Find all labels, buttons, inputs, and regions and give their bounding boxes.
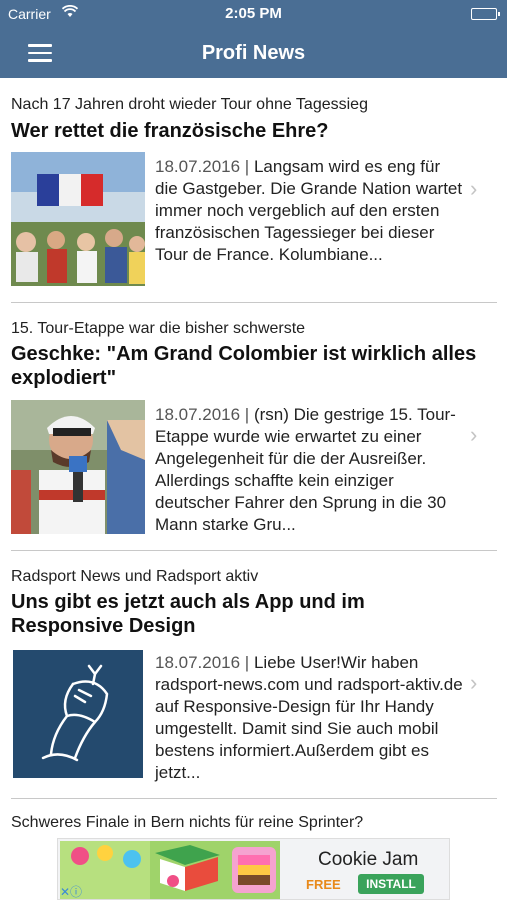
article-thumbnail[interactable]: [11, 400, 145, 534]
article-teaser-text: (rsn) Die gestrige 15. Tour-Etappe wurde…: [155, 405, 456, 534]
article-kicker: 15. Tour-Etappe war die bisher schwerste: [11, 320, 306, 337]
navigation-bar: Profi News: [0, 28, 507, 78]
chevron-right-icon[interactable]: ›: [470, 670, 477, 696]
news-feed[interactable]: Nach 17 Jahren droht wieder Tour ohne Ta…: [0, 78, 507, 838]
article-teaser: 18.07.2016 | Langsam wird es eng für die…: [155, 156, 465, 266]
article-divider: [11, 798, 497, 799]
article-date: 18.07.2016 |: [155, 157, 250, 176]
article-divider: [11, 550, 497, 551]
ad-banner[interactable]: ✕ⓘ Cookie Jam FREE INSTALL: [57, 838, 450, 900]
article-teaser-text: Liebe User!Wir haben radsport-news.com u…: [155, 653, 463, 782]
article-kicker: Nach 17 Jahren droht wieder Tour ohne Ta…: [11, 96, 368, 113]
status-bar: Carrier 2:05 PM: [0, 0, 507, 28]
chevron-right-icon[interactable]: ›: [470, 422, 477, 448]
article-teaser: 18.07.2016 | Liebe User!Wir haben radspo…: [155, 652, 465, 784]
ad-install-button[interactable]: INSTALL: [358, 874, 424, 894]
article-date: 18.07.2016 |: [155, 405, 250, 424]
article-kicker: Radsport News und Radsport aktiv: [11, 568, 259, 585]
article-headline[interactable]: Geschke: "Am Grand Colombier ist wirklic…: [11, 342, 481, 390]
ad-price: FREE: [306, 877, 341, 892]
article-headline[interactable]: Uns gibt es jetzt auch als App und im Re…: [11, 590, 481, 638]
article-headline[interactable]: Wer rettet die französische Ehre?: [11, 119, 481, 143]
article-thumbnail[interactable]: [13, 650, 143, 778]
battery-icon: [471, 8, 500, 20]
article-kicker: Schweres Finale in Bern nichts für reine…: [11, 814, 364, 831]
ad-info-icon[interactable]: ✕ⓘ: [60, 883, 82, 900]
page-title: Profi News: [201, 42, 306, 64]
ad-artwork: [60, 841, 280, 899]
clock: 2:05 PM: [225, 5, 282, 22]
article-teaser: 18.07.2016 | (rsn) Die gestrige 15. Tour…: [155, 404, 465, 536]
article-divider: [11, 302, 497, 303]
chevron-right-icon[interactable]: ›: [470, 176, 477, 202]
article-thumbnail[interactable]: [11, 152, 145, 286]
ad-title: Cookie Jam: [318, 849, 419, 870]
article-date: 18.07.2016 |: [155, 653, 250, 672]
